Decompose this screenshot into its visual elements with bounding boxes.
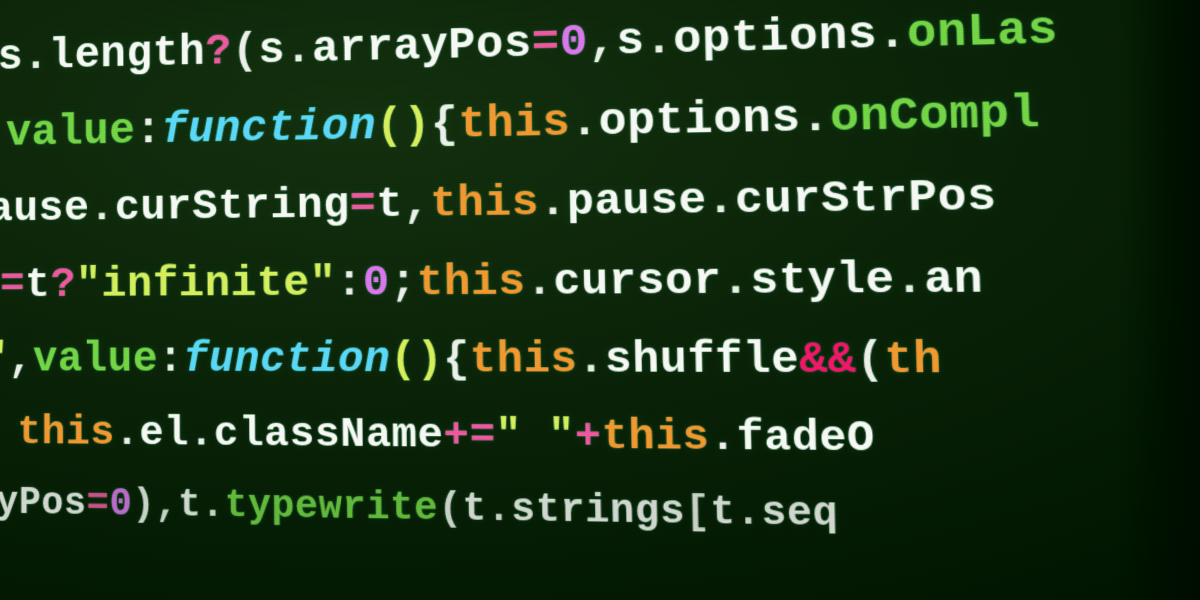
- token: .: [577, 335, 605, 385]
- token: .: [23, 32, 49, 81]
- token: el: [139, 411, 189, 458]
- code-line: t.arrayPos=0),t.typewrite(t.strings[t.se…: [0, 468, 1200, 563]
- token: .: [89, 184, 115, 233]
- token: cursor: [553, 255, 722, 307]
- token: .: [115, 411, 140, 457]
- token: .: [735, 490, 761, 536]
- token: arrayPos: [312, 18, 532, 74]
- token: value: [33, 336, 158, 384]
- token: .: [894, 253, 925, 305]
- token: =: [349, 180, 376, 230]
- token: this: [430, 177, 540, 229]
- token: .: [487, 487, 512, 532]
- token: .: [539, 177, 567, 228]
- token: an: [923, 253, 984, 306]
- token: ,: [403, 179, 431, 229]
- token: .: [201, 484, 225, 528]
- token: arrayPos: [0, 480, 87, 525]
- token: t: [710, 490, 736, 536]
- token: [0, 410, 17, 456]
- token: .: [709, 414, 737, 463]
- token: curString: [115, 180, 350, 232]
- token: className: [214, 411, 444, 460]
- token: eeded": [0, 336, 8, 384]
- token: .: [706, 175, 735, 227]
- token: this: [17, 410, 114, 457]
- token: 0: [559, 17, 588, 69]
- token: function: [183, 335, 390, 384]
- token: s: [258, 25, 285, 75]
- token: .: [644, 15, 674, 67]
- token: 0: [363, 257, 390, 307]
- token: &&: [799, 335, 857, 386]
- token: function: [162, 102, 377, 156]
- token: (: [855, 335, 885, 386]
- token: +: [575, 413, 602, 461]
- token: .: [189, 411, 214, 458]
- token: th: [884, 335, 943, 387]
- token: onLas: [906, 4, 1058, 61]
- token: strings: [511, 488, 686, 536]
- token: [: [685, 490, 711, 536]
- token: ),: [132, 483, 178, 527]
- token: this: [458, 97, 571, 150]
- token: .: [800, 92, 831, 145]
- token: (): [376, 100, 431, 152]
- token: onCompl: [829, 88, 1040, 145]
- token: pause: [0, 184, 89, 234]
- token: this: [470, 335, 579, 385]
- token: style: [750, 253, 896, 306]
- token: ?: [205, 27, 232, 77]
- code-block: s.strings[s.arrayPos+1];ings.length?(s.a…: [0, 0, 1200, 563]
- token: +=: [443, 412, 496, 460]
- token: .: [721, 255, 751, 307]
- token: ings: [0, 33, 23, 84]
- token: "infinite": [76, 258, 337, 309]
- token: seq: [761, 491, 839, 538]
- token: (: [232, 26, 259, 76]
- token: pause: [566, 175, 707, 228]
- token: this: [416, 256, 526, 307]
- code-line: eeded",value:function(){this.shuffle&&(t…: [0, 320, 1200, 404]
- token: =: [87, 483, 110, 527]
- token: typewrite: [225, 484, 439, 531]
- token: 0: [109, 483, 132, 527]
- token: t: [25, 260, 50, 309]
- token: options: [673, 9, 878, 66]
- token: {: [431, 100, 459, 151]
- code-line: var e=t?"infinite":0;this.cursor.style.a…: [0, 234, 1200, 323]
- token: this: [601, 413, 710, 462]
- token: :: [336, 258, 363, 308]
- token: :: [135, 106, 161, 156]
- token: shuffle: [604, 335, 799, 386]
- token: .: [877, 8, 908, 61]
- token: =: [0, 260, 25, 309]
- token: t: [376, 179, 403, 229]
- token: " ": [495, 413, 575, 462]
- token: .: [570, 97, 599, 149]
- token: curStrPos: [735, 171, 998, 226]
- code-screen-photo: s.strings[s.arrayPos+1];ings.length?(s.a…: [0, 0, 1200, 600]
- token: (: [438, 487, 463, 532]
- token: .: [285, 25, 312, 76]
- token: fadeO: [736, 414, 875, 464]
- token: .: [525, 256, 553, 307]
- token: :: [158, 336, 184, 384]
- token: length: [49, 28, 206, 81]
- token: value: [6, 107, 136, 159]
- token: {: [443, 335, 470, 385]
- token: ;: [390, 257, 418, 307]
- token: (): [390, 335, 443, 384]
- token: t: [462, 487, 487, 532]
- token: s: [616, 15, 645, 67]
- token: t: [178, 484, 201, 528]
- token: ,: [588, 16, 617, 68]
- token: ?: [50, 260, 75, 309]
- token: ,: [8, 336, 33, 384]
- token: options: [598, 93, 801, 149]
- token: =: [531, 18, 560, 70]
